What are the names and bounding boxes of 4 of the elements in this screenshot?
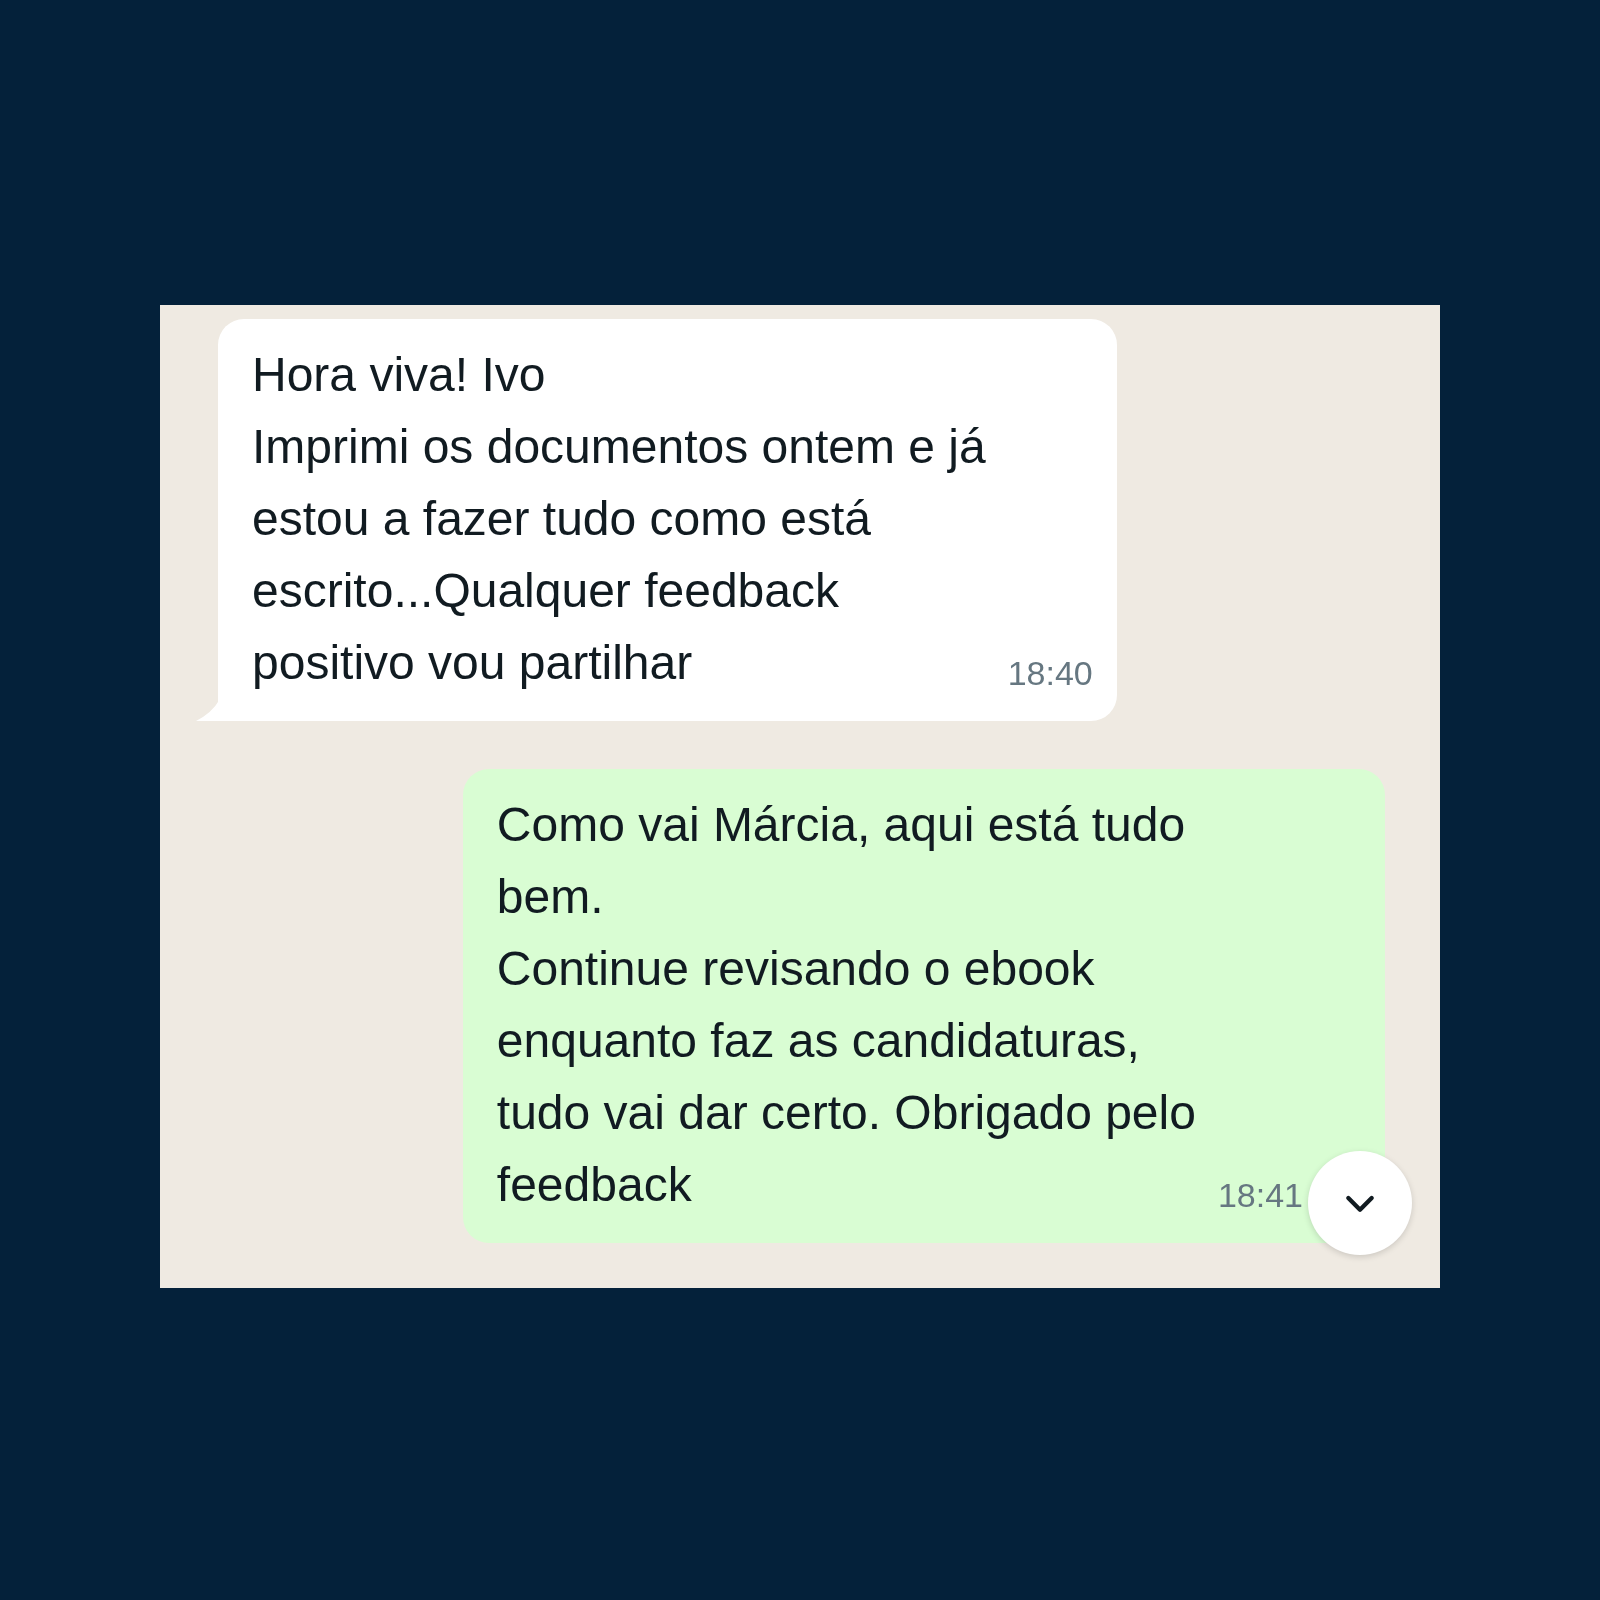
message-text: Hora viva! Ivo Imprimi os documentos ontem e já estou a fazer tudo como está escrito...Qualquer feedback positivo vou partilhar	[252, 346, 986, 691]
message-text: Como vai Márcia, aqui está tudo bem. Continue revisando o ebook enquanto faz as candidaturas, tudo vai dar certo. Obrigado pelo feedback	[496, 796, 1196, 1213]
message-time: 18:41	[1217, 1175, 1303, 1215]
message-time: 18:40	[1007, 653, 1093, 693]
